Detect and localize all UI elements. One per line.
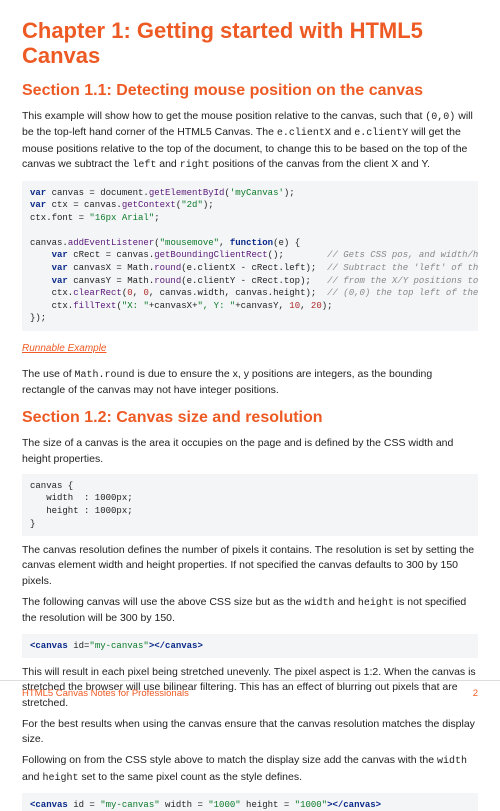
text: and: [331, 126, 354, 138]
text: The following canvas will use the above …: [22, 596, 305, 608]
text: The use of: [22, 368, 75, 380]
inline-code: height: [42, 773, 78, 784]
inline-code: right: [180, 160, 210, 171]
section-1-2-p1: The size of a canvas is the area it occu…: [22, 436, 478, 466]
text: and: [335, 596, 358, 608]
inline-code: Math.round: [75, 370, 135, 381]
footer-title: HTML5 Canvas Notes for Professionals: [22, 687, 189, 701]
text: This example will show how to get the mo…: [22, 110, 425, 122]
section-1-1-intro: This example will show how to get the mo…: [22, 109, 478, 174]
inline-code: width: [305, 598, 335, 609]
text: and: [22, 771, 42, 783]
page-number: 2: [473, 687, 478, 701]
inline-code: width: [437, 756, 467, 767]
section-1-2-heading: Section 1.2: Canvas size and resolution: [22, 406, 478, 429]
text: and: [156, 158, 179, 170]
text: Following on from the CSS style above to…: [22, 754, 437, 766]
section-1-1-heading: Section 1.1: Detecting mouse position on…: [22, 79, 478, 102]
inline-code: height: [358, 598, 394, 609]
text: set to the same pixel count as the style…: [78, 771, 302, 783]
section-1-2-p6: Following on from the CSS style above to…: [22, 753, 478, 786]
text: positions of the canvas from the client …: [210, 158, 430, 170]
code-block-1: var canvas = document.getElementById('my…: [22, 181, 478, 332]
page-footer: HTML5 Canvas Notes for Professionals 2: [0, 680, 500, 707]
inline-code: (0,0): [425, 112, 455, 123]
code-block-4: <canvas id = "my-canvas" width = "1000" …: [22, 793, 478, 811]
code-block-2: canvas { width : 1000px; height : 1000px…: [22, 474, 478, 536]
inline-code: e.clientY: [354, 128, 408, 139]
section-1-2-p2: The canvas resolution defines the number…: [22, 543, 478, 589]
chapter-title: Chapter 1: Getting started with HTML5 Ca…: [22, 18, 478, 69]
inline-code: e.clientX: [277, 128, 331, 139]
inline-code: left: [132, 160, 156, 171]
code-block-3: <canvas id="my-canvas"></canvas>: [22, 634, 478, 659]
runnable-example-link[interactable]: Runnable Example: [22, 342, 107, 357]
section-1-2-p5: For the best results when using the canv…: [22, 717, 478, 747]
section-1-1-p2: The use of Math.round is due to ensure t…: [22, 367, 478, 399]
section-1-2-p3: The following canvas will use the above …: [22, 595, 478, 627]
